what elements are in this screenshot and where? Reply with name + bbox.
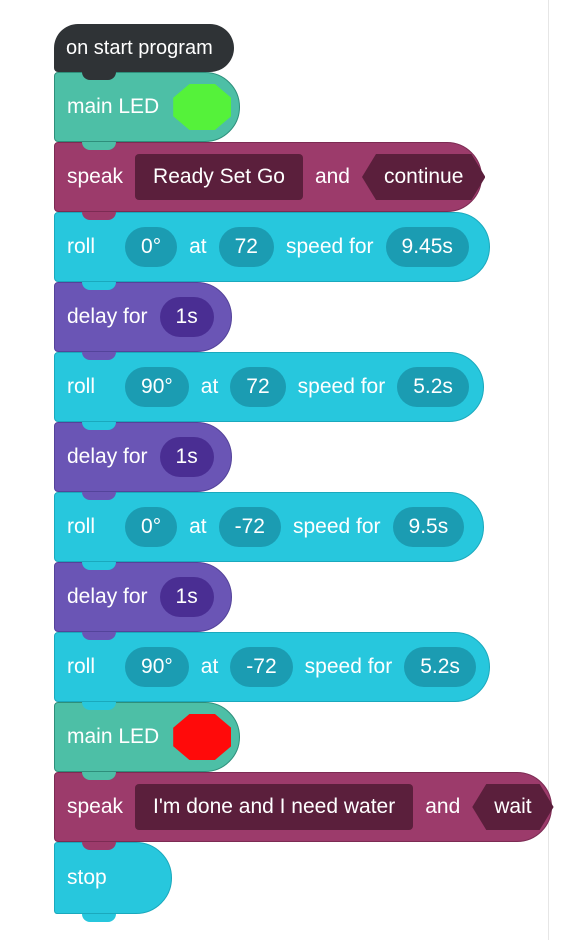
on-start-program-block[interactable]: on start program — [54, 24, 234, 72]
block-connector-notch — [82, 914, 116, 922]
block-connector-notch — [82, 422, 116, 430]
speak-block[interactable]: speak I'm done and I need water and wait — [54, 772, 552, 842]
roll-label: roll — [67, 655, 96, 678]
roll-heading-input[interactable]: 90° — [125, 367, 189, 407]
delay-duration-input[interactable]: 1s — [159, 297, 214, 337]
delay-label: delay for — [67, 305, 148, 328]
delay-block[interactable]: delay for 1s — [54, 562, 232, 632]
roll-speed-for-label: speed for — [304, 655, 393, 678]
block-connector-notch — [82, 142, 116, 150]
roll-speed-for-label: speed for — [292, 515, 381, 538]
block-connector-notch — [82, 772, 116, 780]
speak-text-field[interactable]: I'm done and I need water — [135, 784, 414, 830]
block-connector-notch — [82, 632, 116, 640]
block-connector-notch — [82, 492, 116, 500]
roll-block[interactable]: roll 0° at -72 speed for 9.5s — [54, 492, 484, 562]
delay-duration-input[interactable]: 1s — [159, 577, 214, 617]
main-led-block[interactable]: main LED — [54, 72, 240, 142]
roll-speed-for-label: speed for — [297, 375, 386, 398]
speak-label: speak — [67, 795, 124, 818]
roll-block[interactable]: roll 0° at 72 speed for 9.45s — [54, 212, 490, 282]
on-start-program-label: on start program — [66, 36, 213, 59]
delay-block[interactable]: delay for 1s — [54, 282, 232, 352]
roll-label: roll — [67, 515, 96, 538]
roll-heading-input[interactable]: 0° — [125, 507, 178, 547]
led-color-swatch[interactable] — [173, 84, 232, 130]
roll-at-label: at — [189, 235, 207, 258]
speak-text-field[interactable]: Ready Set Go — [135, 154, 303, 200]
roll-duration-input[interactable]: 9.5s — [392, 507, 465, 547]
roll-duration-input[interactable]: 5.2s — [404, 647, 476, 687]
stop-label: stop — [67, 866, 107, 889]
roll-speed-input[interactable]: -72 — [218, 507, 281, 547]
roll-speed-for-label: speed for — [285, 235, 374, 258]
block-connector-notch — [82, 352, 116, 360]
main-led-label: main LED — [67, 725, 160, 748]
block-connector-notch — [82, 282, 116, 290]
main-led-block[interactable]: main LED — [54, 702, 240, 772]
speak-label: speak — [67, 165, 124, 188]
led-color-swatch[interactable] — [173, 714, 232, 760]
speak-mode-dropdown[interactable]: continue — [362, 154, 485, 200]
roll-speed-input[interactable]: 72 — [218, 227, 274, 267]
speak-block[interactable]: speak Ready Set Go and continue — [54, 142, 482, 212]
block-connector-notch — [82, 702, 116, 710]
roll-at-label: at — [200, 375, 219, 398]
roll-at-label: at — [189, 515, 207, 538]
roll-duration-input[interactable]: 5.2s — [397, 367, 469, 407]
roll-duration-input[interactable]: 9.45s — [385, 227, 469, 267]
delay-label: delay for — [67, 445, 148, 468]
roll-block[interactable]: roll 90° at 72 speed for 5.2s — [54, 352, 484, 422]
block-connector-notch — [82, 842, 116, 850]
roll-speed-input[interactable]: 72 — [230, 367, 286, 407]
roll-heading-input[interactable]: 90° — [125, 647, 189, 687]
speak-mode-dropdown[interactable]: wait — [472, 784, 553, 830]
block-connector-notch — [82, 72, 116, 80]
speak-and-label: and — [314, 165, 350, 188]
roll-block[interactable]: roll 90° at -72 speed for 5.2s — [54, 632, 490, 702]
stop-block[interactable]: stop — [54, 842, 172, 914]
roll-speed-input[interactable]: -72 — [230, 647, 293, 687]
roll-at-label: at — [200, 655, 219, 678]
block-connector-notch — [82, 212, 116, 220]
delay-label: delay for — [67, 585, 148, 608]
roll-label: roll — [67, 235, 96, 258]
main-led-label: main LED — [67, 95, 160, 118]
delay-block[interactable]: delay for 1s — [54, 422, 232, 492]
roll-label: roll — [67, 375, 96, 398]
delay-duration-input[interactable]: 1s — [159, 437, 214, 477]
roll-heading-input[interactable]: 0° — [125, 227, 178, 267]
speak-and-label: and — [425, 795, 461, 818]
block-connector-notch — [82, 562, 116, 570]
